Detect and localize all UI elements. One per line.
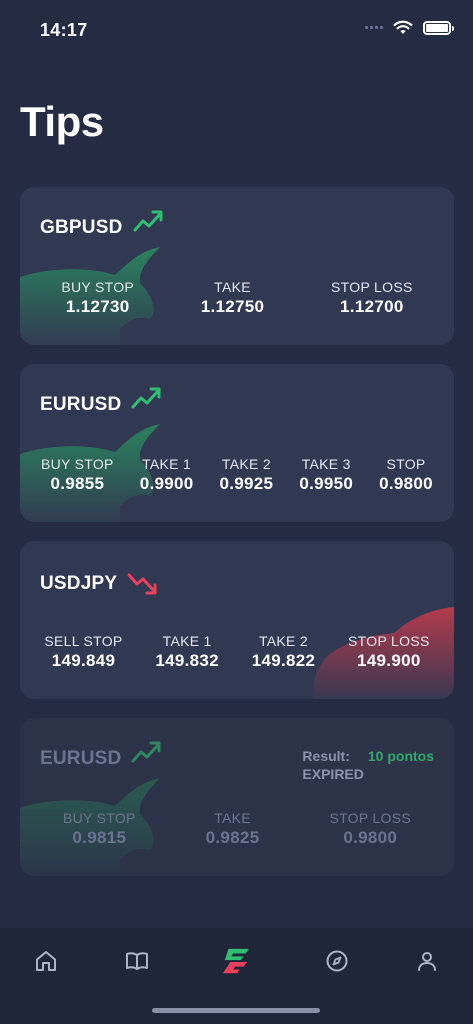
- level-value: 0.9800: [379, 474, 433, 493]
- wifi-icon: [393, 20, 413, 34]
- signal-icon: [365, 26, 383, 29]
- trend-up-icon: [133, 210, 162, 232]
- level-label: BUY STOP: [41, 456, 114, 472]
- book-icon: [126, 952, 148, 970]
- level-col: BUY STOP 0.9815: [63, 810, 136, 848]
- level-value: 149.900: [357, 651, 421, 670]
- tab-home[interactable]: [31, 946, 61, 976]
- level-label: BUY STOP: [61, 279, 135, 295]
- level-col: SELL STOP 149.849: [44, 633, 122, 671]
- level-value: 0.9855: [50, 474, 105, 493]
- level-label: STOP LOSS: [331, 279, 413, 295]
- status-time: 14:17: [40, 20, 88, 40]
- level-label: TAKE: [214, 810, 251, 826]
- level-label: TAKE: [214, 279, 251, 295]
- level-col: TAKE 3 0.9950: [299, 456, 353, 494]
- level-label: SELL STOP: [44, 633, 123, 649]
- level-col: TAKE 1.12750: [201, 279, 265, 317]
- level-col: TAKE 0.9825: [206, 810, 260, 848]
- result-status: EXPIRED: [302, 766, 364, 782]
- level-col: BUY STOP 1.12730: [61, 279, 134, 317]
- tip-levels: SELL STOP 149.849 TAKE 1 149.832 TAKE 2 149…: [20, 633, 454, 671]
- tip-levels: BUY STOP 1.12730 TAKE 1.12750 STOP LOSS 1.1…: [20, 279, 454, 317]
- level-value: 0.9950: [299, 474, 354, 493]
- level-value: 0.9800: [343, 828, 398, 847]
- pair-label: GBPUSD: [40, 217, 123, 238]
- tip-card[interactable]: EURUSD BUY STOP 0.9855 TAKE 1 0.9900 TAKE …: [20, 364, 454, 522]
- result-points: 10 pontos: [367, 748, 434, 764]
- level-value: 0.9925: [219, 474, 274, 493]
- level-col: TAKE 1 149.832: [155, 633, 219, 671]
- trend-up-icon: [131, 387, 161, 409]
- tip-card[interactable]: USDJPY SELL STOP 149.849 TAKE 1 149.832 TA…: [20, 541, 454, 699]
- result-block: Result: 10 pontos EXPIRED: [302, 748, 434, 782]
- tip-card[interactable]: GBPUSD BUY STOP 1.12730 TAKE 1.12750 STOP …: [20, 187, 454, 345]
- tab-learn[interactable]: [122, 946, 152, 976]
- compass-icon: [326, 950, 348, 972]
- level-label: TAKE 3: [301, 456, 351, 472]
- trend-up-icon: [131, 741, 161, 763]
- level-value: 149.822: [251, 651, 316, 670]
- level-label: STOP LOSS: [348, 633, 430, 649]
- level-value: 0.9900: [139, 474, 194, 493]
- level-value: 0.9815: [72, 828, 127, 847]
- page-title: Tips: [20, 98, 104, 145]
- level-label: TAKE 1: [142, 456, 192, 472]
- level-col: TAKE 2 0.9925: [220, 456, 274, 494]
- level-label: BUY STOP: [62, 810, 136, 826]
- level-label: STOP: [386, 456, 426, 472]
- level-col: TAKE 2 149.822: [252, 633, 316, 671]
- trend-down-icon: [127, 573, 157, 595]
- status-icons: [365, 20, 454, 35]
- level-value: 149.832: [155, 651, 219, 670]
- level-label: STOP LOSS: [329, 810, 411, 826]
- tab-tips[interactable]: [221, 946, 251, 976]
- tip-levels: BUY STOP 0.9855 TAKE 1 0.9900 TAKE 2 0.9925…: [20, 456, 454, 494]
- level-value: 1.12730: [65, 297, 130, 316]
- level-col: BUY STOP 0.9855: [41, 456, 114, 494]
- tips-logo-icon: [222, 948, 250, 974]
- battery-icon: [423, 20, 454, 35]
- level-col: STOP LOSS 1.12700: [331, 279, 413, 317]
- level-col: STOP LOSS 149.900: [348, 633, 430, 671]
- level-value: 149.849: [51, 651, 116, 670]
- level-col: STOP 0.9800: [379, 456, 433, 494]
- pair-label: USDJPY: [40, 573, 118, 594]
- level-label: TAKE 2: [258, 633, 308, 649]
- pair-label: EURUSD: [40, 394, 122, 415]
- level-value: 1.12750: [200, 297, 265, 316]
- result-label: Result:: [302, 748, 350, 764]
- level-col: TAKE 1 0.9900: [140, 456, 194, 494]
- level-value: 0.9825: [205, 828, 260, 847]
- home-indicator[interactable]: [152, 1008, 320, 1013]
- profile-icon: [418, 952, 436, 971]
- level-label: TAKE 2: [221, 456, 271, 472]
- level-col: STOP LOSS 0.9800: [329, 810, 411, 848]
- tab-explore[interactable]: [322, 946, 352, 976]
- tab-profile[interactable]: [412, 946, 442, 976]
- tip-card-expired[interactable]: EURUSD Result: 10 pontos EXPIRED BUY STO…: [20, 718, 454, 876]
- level-label: TAKE 1: [162, 633, 212, 649]
- tip-levels: BUY STOP 0.9815 TAKE 0.9825 STOP LOSS 0.980…: [20, 810, 454, 848]
- pair-label: EURUSD: [40, 748, 122, 769]
- level-value: 1.12700: [340, 297, 404, 316]
- home-icon: [36, 951, 56, 971]
- status-bar: 14:17: [0, 0, 473, 60]
